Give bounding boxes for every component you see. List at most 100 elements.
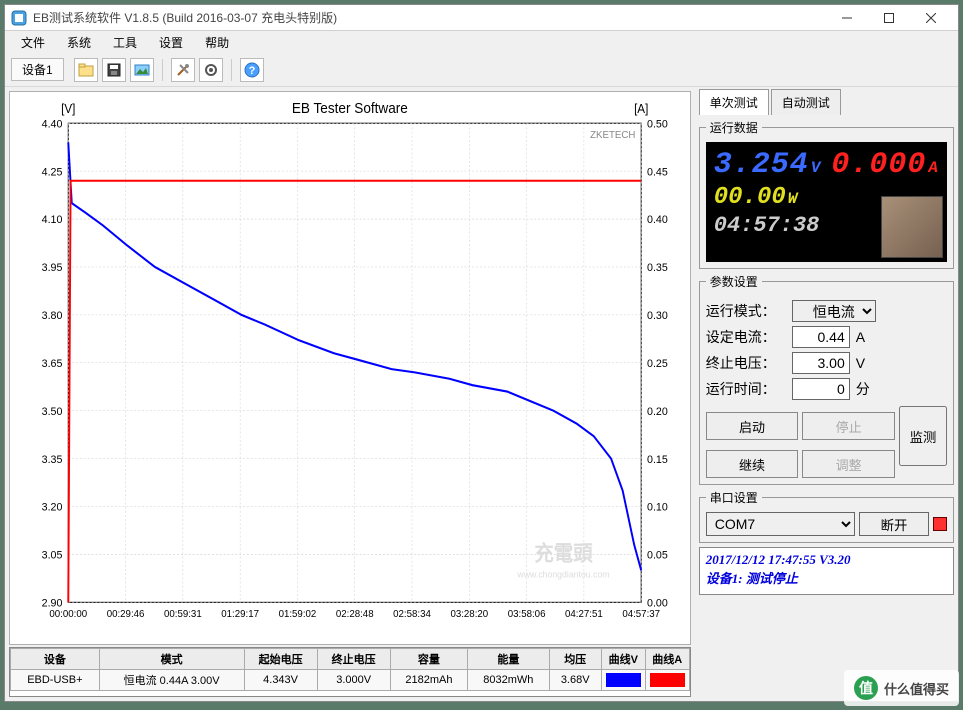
td-device: EBD-USB+: [11, 670, 100, 691]
menu-tools[interactable]: 工具: [103, 32, 147, 53]
runtime-legend: 运行数据: [706, 119, 762, 136]
svg-text:?: ?: [248, 65, 255, 77]
watermark-badge-icon: 值: [854, 676, 878, 700]
svg-text:04:57:37: 04:57:37: [622, 609, 660, 620]
stop-voltage-label: 终止电压：: [706, 353, 786, 373]
close-button[interactable]: [910, 6, 952, 30]
svg-text:3.05: 3.05: [42, 549, 63, 561]
stop-button[interactable]: 停止: [802, 412, 895, 440]
separator: [162, 59, 163, 81]
menu-file[interactable]: 文件: [11, 32, 55, 53]
serial-group: 串口设置 COM7 断开: [699, 489, 954, 543]
toolbar: 设备1 ?: [5, 53, 958, 87]
right-pane: 单次测试 自动测试 运行数据 3.254V 0.000A 00.00W 04:5…: [695, 87, 958, 701]
svg-text:00:00:00: 00:00:00: [49, 609, 87, 620]
svg-text:充電頭: 充電頭: [534, 541, 593, 566]
params-legend: 参数设置: [706, 273, 762, 290]
svg-text:0.35: 0.35: [647, 262, 668, 274]
disconnect-button[interactable]: 断开: [859, 512, 929, 536]
svg-text:01:59:02: 01:59:02: [279, 609, 317, 620]
watermark-text: 什么值得买: [884, 679, 949, 698]
set-current-input[interactable]: [792, 326, 850, 348]
svg-text:4.10: 4.10: [42, 214, 63, 226]
lcd-voltage: 3.254V: [714, 148, 822, 182]
mode-label: 运行模式：: [706, 301, 786, 321]
stop-voltage-unit: V: [856, 355, 874, 371]
svg-text:3.35: 3.35: [42, 453, 63, 465]
menubar: 文件 系统 工具 设置 帮助: [5, 31, 958, 53]
run-time-input[interactable]: [792, 378, 850, 400]
monitor-button[interactable]: 监测: [899, 406, 947, 466]
lcd-thumbnail: [881, 196, 943, 258]
svg-text:3.20: 3.20: [42, 501, 63, 513]
continue-button[interactable]: 继续: [706, 450, 799, 478]
menu-system[interactable]: 系统: [57, 32, 101, 53]
tab-single-test[interactable]: 单次测试: [699, 89, 769, 115]
run-time-unit: 分: [856, 379, 874, 399]
titlebar: EB测试系统软件 V1.8.5 (Build 2016-03-07 充电头特别版…: [5, 5, 958, 31]
th-device: 设备: [11, 649, 100, 670]
chart-svg: 2.900.003.050.053.200.103.350.153.500.20…: [10, 92, 690, 644]
start-button[interactable]: 启动: [706, 412, 799, 440]
status-log: 2017/12/12 17:47:55 V3.20 设备1: 测试停止: [699, 547, 954, 595]
td-avgV: 3.68V: [549, 670, 601, 691]
td-capacity: 2182mAh: [390, 670, 467, 691]
table-row[interactable]: EBD-USB+ 恒电流 0.44A 3.00V 4.343V 3.000V 2…: [11, 670, 690, 691]
td-curveA: [645, 670, 689, 691]
minimize-button[interactable]: [826, 6, 868, 30]
page-watermark: 值 什么值得买: [844, 670, 959, 706]
svg-text:0.25: 0.25: [647, 358, 668, 370]
settings-icon[interactable]: [199, 58, 223, 82]
image-icon[interactable]: [130, 58, 154, 82]
mode-select[interactable]: 恒电流: [792, 300, 876, 322]
lcd-current: 0.000A: [831, 148, 939, 182]
svg-text:[V]: [V]: [61, 101, 75, 115]
com-port-select[interactable]: COM7: [706, 512, 855, 536]
connection-led-icon: [933, 517, 947, 531]
chart-pane: 2.900.003.050.053.200.103.350.153.500.20…: [5, 87, 695, 701]
menu-settings[interactable]: 设置: [149, 32, 193, 53]
svg-text:00:29:46: 00:29:46: [107, 609, 145, 620]
window-title: EB测试系统软件 V1.8.5 (Build 2016-03-07 充电头特别版…: [33, 9, 820, 26]
set-current-label: 设定电流：: [706, 327, 786, 347]
td-endV: 3.000V: [317, 670, 390, 691]
app-window: EB测试系统软件 V1.8.5 (Build 2016-03-07 充电头特别版…: [4, 4, 959, 702]
th-startV: 起始电压: [244, 649, 317, 670]
th-avgV: 均压: [549, 649, 601, 670]
th-endV: 终止电压: [317, 649, 390, 670]
td-energy: 8032mWh: [468, 670, 550, 691]
svg-text:03:28:20: 03:28:20: [450, 609, 488, 620]
serial-legend: 串口设置: [706, 489, 762, 506]
svg-text:4.40: 4.40: [42, 118, 63, 130]
tab-auto-test[interactable]: 自动测试: [771, 89, 841, 115]
device-label[interactable]: 设备1: [11, 58, 64, 81]
help-icon[interactable]: ?: [240, 58, 264, 82]
adjust-button[interactable]: 调整: [802, 450, 895, 478]
maximize-button[interactable]: [868, 6, 910, 30]
status-line-1: 2017/12/12 17:47:55 V3.20: [706, 552, 947, 568]
td-mode: 恒电流 0.44A 3.00V: [99, 670, 244, 691]
app-icon: [11, 10, 27, 26]
tools-icon[interactable]: [171, 58, 195, 82]
open-icon[interactable]: [74, 58, 98, 82]
svg-text:3.95: 3.95: [42, 262, 63, 274]
svg-text:0.10: 0.10: [647, 501, 668, 513]
chart-box: 2.900.003.050.053.200.103.350.153.500.20…: [9, 91, 691, 645]
svg-text:02:58:34: 02:58:34: [393, 609, 431, 620]
menu-help[interactable]: 帮助: [195, 32, 239, 53]
svg-text:03:58:06: 03:58:06: [508, 609, 546, 620]
svg-text:0.20: 0.20: [647, 406, 668, 418]
svg-text:0.45: 0.45: [647, 166, 668, 178]
th-energy: 能量: [468, 649, 550, 670]
th-curveV: 曲线V: [601, 649, 645, 670]
td-curveV: [601, 670, 645, 691]
content: 2.900.003.050.053.200.103.350.153.500.20…: [5, 87, 958, 701]
svg-text:3.50: 3.50: [42, 406, 63, 418]
save-icon[interactable]: [102, 58, 126, 82]
params-group: 参数设置 运行模式： 恒电流 设定电流： A 终止电压： V 运行时间：: [699, 273, 954, 485]
run-time-label: 运行时间：: [706, 379, 786, 399]
set-current-unit: A: [856, 329, 874, 345]
th-capacity: 容量: [390, 649, 467, 670]
svg-text:02:28:48: 02:28:48: [336, 609, 374, 620]
stop-voltage-input[interactable]: [792, 352, 850, 374]
